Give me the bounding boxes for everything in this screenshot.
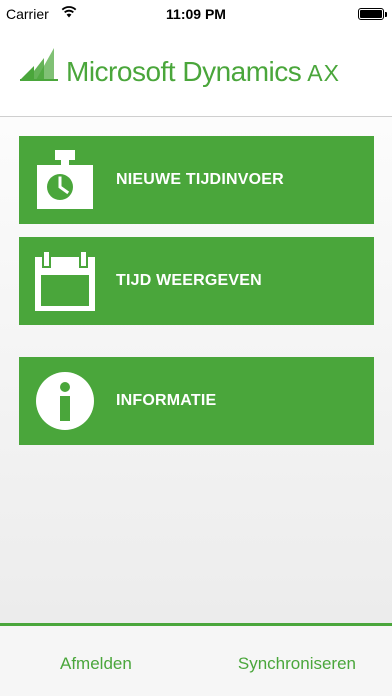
new-time-entry-button[interactable]: NIEUWE TIJDINVOER	[19, 136, 374, 224]
brand-title: Microsoft Dynamics AX	[66, 56, 340, 88]
battery-icon	[358, 8, 387, 20]
calendar-icon	[35, 251, 95, 311]
sign-out-button[interactable]: Afmelden	[60, 654, 132, 674]
dynamics-logo-icon	[20, 48, 58, 81]
synchronize-button[interactable]: Synchroniseren	[238, 654, 356, 674]
info-icon	[36, 372, 94, 430]
status-bar: Carrier 11:09 PM	[0, 0, 392, 28]
new-time-entry-label: NIEUWE TIJDINVOER	[116, 171, 284, 188]
view-time-label: TIJD WEERGEVEN	[116, 272, 262, 289]
main-menu: NIEUWE TIJDINVOER TIJD WEERGEVEN INFORMA…	[0, 117, 392, 623]
brand-name: Microsoft Dynamics	[66, 56, 302, 87]
app-header: Microsoft Dynamics AX	[0, 28, 392, 117]
information-label: INFORMATIE	[116, 392, 217, 409]
clock: 11:09 PM	[166, 6, 226, 22]
stopwatch-icon	[37, 150, 93, 209]
product-name: AX	[307, 60, 340, 86]
information-button[interactable]: INFORMATIE	[19, 357, 374, 445]
view-time-button[interactable]: TIJD WEERGEVEN	[19, 237, 374, 325]
footer-bar: Afmelden Synchroniseren	[0, 623, 392, 696]
